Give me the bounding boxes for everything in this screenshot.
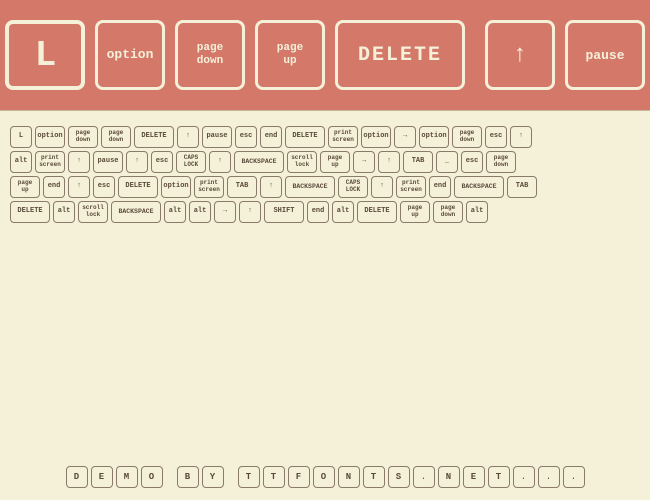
key-small: option <box>361 126 391 148</box>
key-small: TAB <box>403 151 433 173</box>
key-row-3: pageup end ↑ esc DELETE option printscre… <box>10 176 640 198</box>
key-small: BACKSPACE <box>234 151 284 173</box>
key-small: printscreen <box>396 176 426 198</box>
key-small: esc <box>151 151 173 173</box>
key-small: option <box>35 126 65 148</box>
key-small: _ <box>436 151 458 173</box>
key-small: → <box>214 201 236 223</box>
key-small: TAB <box>507 176 537 198</box>
demo-char-O2: O <box>313 466 335 488</box>
key-row-4: DELETE alt scrolllock BACKSPACE alt alt … <box>10 201 640 223</box>
key-small: ↑ <box>371 176 393 198</box>
demo-char-N: N <box>338 466 360 488</box>
demo-char-dot2: . <box>513 466 535 488</box>
key-delete-hero: DELETE <box>335 20 465 90</box>
header-bar: L option pagedown pageup DELETE ↑ pause <box>0 0 650 110</box>
key-small: → <box>353 151 375 173</box>
key-small: pagedown <box>101 126 131 148</box>
demo-char-dot3: . <box>538 466 560 488</box>
key-small: option <box>419 126 449 148</box>
key-small: → <box>394 126 416 148</box>
key-small: printscreen <box>194 176 224 198</box>
key-small: ↑ <box>126 151 148 173</box>
keyboard-area: L option pagedown pagedown DELETE ↑ paus… <box>0 111 650 233</box>
key-small: DELETE <box>285 126 325 148</box>
key-small: end <box>429 176 451 198</box>
key-pageup-hero: pageup <box>255 20 325 90</box>
key-small: ↑ <box>378 151 400 173</box>
demo-char-M: M <box>116 466 138 488</box>
demo-char-Y: Y <box>202 466 224 488</box>
demo-char-F: F <box>288 466 310 488</box>
key-small: esc <box>461 151 483 173</box>
key-small: esc <box>235 126 257 148</box>
key-small: DELETE <box>10 201 50 223</box>
key-small: alt <box>332 201 354 223</box>
key-small: DELETE <box>134 126 174 148</box>
demo-char-E: E <box>91 466 113 488</box>
key-small: pageup <box>10 176 40 198</box>
key-small: alt <box>53 201 75 223</box>
demo-bar: D E M O B Y T T F O N T S . N E T . . . <box>0 466 650 488</box>
key-row-2: alt printscreen ↑ pause ↑ esc CAPSLOCK ↑… <box>10 151 640 173</box>
key-arrowup-hero: ↑ <box>485 20 555 90</box>
demo-char-dot1: . <box>413 466 435 488</box>
key-small: L <box>10 126 32 148</box>
key-small: BACKSPACE <box>454 176 504 198</box>
key-small: printscreen <box>328 126 358 148</box>
key-small: DELETE <box>357 201 397 223</box>
key-small: end <box>307 201 329 223</box>
demo-char-T3: T <box>363 466 385 488</box>
key-small: end <box>43 176 65 198</box>
key-small: option <box>161 176 191 198</box>
demo-char-D: D <box>66 466 88 488</box>
key-small: pageup <box>400 201 430 223</box>
key-small: pagedown <box>452 126 482 148</box>
key-small: alt <box>10 151 32 173</box>
key-small: pageup <box>320 151 350 173</box>
demo-char-S: S <box>388 466 410 488</box>
key-small: TAB <box>227 176 257 198</box>
key-small: pause <box>202 126 232 148</box>
key-small: ↑ <box>510 126 532 148</box>
key-small: pagedown <box>486 151 516 173</box>
demo-char-T4: T <box>488 466 510 488</box>
key-small: ↑ <box>68 151 90 173</box>
key-small: ↑ <box>177 126 199 148</box>
key-small: pause <box>93 151 123 173</box>
key-row-1: L option pagedown pagedown DELETE ↑ paus… <box>10 126 640 148</box>
key-small: pagedown <box>68 126 98 148</box>
key-small: SHIFT <box>264 201 304 223</box>
key-small: ↑ <box>260 176 282 198</box>
key-small: BACKSPACE <box>285 176 335 198</box>
key-small: scrolllock <box>287 151 317 173</box>
demo-char-O: O <box>141 466 163 488</box>
key-small: ↑ <box>239 201 261 223</box>
key-pause-hero: pause <box>565 20 645 90</box>
key-small: CAPSLOCK <box>338 176 368 198</box>
demo-char-B: B <box>177 466 199 488</box>
demo-char-E2: E <box>463 466 485 488</box>
demo-char-dot4: . <box>563 466 585 488</box>
key-small: ↑ <box>209 151 231 173</box>
key-small: printscreen <box>35 151 65 173</box>
key-small: scrolllock <box>78 201 108 223</box>
key-small: esc <box>485 126 507 148</box>
key-pagedown-hero: pagedown <box>175 20 245 90</box>
key-small: ↑ <box>68 176 90 198</box>
key-small: BACKSPACE <box>111 201 161 223</box>
key-small: alt <box>189 201 211 223</box>
key-small: CAPSLOCK <box>176 151 206 173</box>
key-small: end <box>260 126 282 148</box>
key-small: alt <box>466 201 488 223</box>
key-option-hero: option <box>95 20 165 90</box>
key-small: DELETE <box>118 176 158 198</box>
key-small: esc <box>93 176 115 198</box>
key-small: alt <box>164 201 186 223</box>
key-small: pagedown <box>433 201 463 223</box>
demo-char-N2: N <box>438 466 460 488</box>
key-L-hero: L <box>5 20 85 90</box>
demo-char-T1: T <box>238 466 260 488</box>
demo-char-T2: T <box>263 466 285 488</box>
